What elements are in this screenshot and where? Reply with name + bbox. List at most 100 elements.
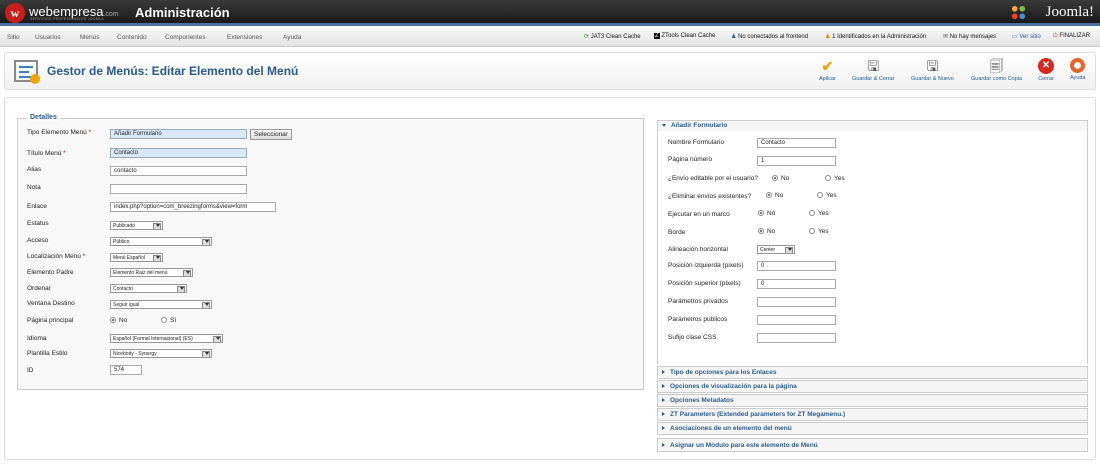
private-params-input[interactable] [757, 297, 836, 307]
form-panel-title[interactable]: Añadir Formulario [662, 122, 727, 129]
menu-componentes[interactable]: Componentes [165, 34, 205, 41]
align-label: Alineación horizontal [668, 246, 728, 253]
messages-status[interactable]: ✉ No hay mensajes [943, 33, 996, 40]
panel-zt-params-title[interactable]: ZT Parameters (Extended parameters for Z… [662, 411, 845, 418]
top-pos-label: Posición superior (pixels) [668, 280, 741, 287]
title-input[interactable]: Contacto [110, 148, 247, 158]
delete-no-label: No [775, 192, 784, 199]
order-label: Ordenar [27, 285, 51, 292]
menu-extensiones[interactable]: Extensiones [227, 34, 262, 41]
dropdown-arrow-icon [180, 287, 184, 290]
border-no-label: No [767, 228, 776, 235]
home-no-radio[interactable] [110, 317, 116, 323]
menu-ayuda[interactable]: Ayuda [283, 34, 301, 41]
save-close-button[interactable]: 🖫 Guardar & Cerrar [852, 58, 895, 82]
menu-contenido[interactable]: Contenido [117, 34, 147, 41]
jat3-cache-link[interactable]: ⟳ JAT3 Clean Cache [584, 33, 641, 40]
monitor-icon: ▭ [1012, 34, 1018, 40]
ztools-cache-link[interactable]: Z ZTools Clean Cache [654, 33, 715, 39]
dropdown-arrow-icon [156, 256, 160, 259]
select-type-button[interactable]: Seleccionar [250, 129, 292, 140]
apply-button[interactable]: ✔ Aplicar [819, 58, 836, 82]
joomla-logo-icon [1011, 5, 1026, 20]
left-pos-input[interactable]: 0 [757, 261, 836, 271]
public-params-input[interactable] [757, 315, 836, 325]
top-pos-input[interactable]: 0 [757, 279, 836, 289]
dropdown-arrow-icon [788, 248, 792, 251]
page-number-input[interactable]: 1 [757, 156, 836, 166]
menu-menus[interactable]: Menús [80, 34, 100, 41]
order-select[interactable]: Contacto [110, 284, 187, 293]
help-button[interactable]: Ayuda [1070, 58, 1086, 81]
editable-no-label: No [781, 175, 790, 182]
public-params-label: Parámetros públicos [668, 316, 728, 323]
private-params-label: Parámetros privados [668, 298, 728, 305]
admin-users-status: ♟ 1 Identificados en la Administración [825, 34, 927, 40]
align-select[interactable]: Center [757, 245, 795, 254]
save-copy-icon: 🗐 [989, 58, 1004, 74]
frame-yes-radio[interactable] [809, 210, 815, 216]
home-yes-radio[interactable] [161, 317, 167, 323]
type-field: Añadir Formulario [110, 129, 247, 139]
location-label: Localización Menú * [27, 253, 86, 260]
border-yes-radio[interactable] [809, 228, 815, 234]
delete-no-radio[interactable] [766, 192, 772, 198]
save-icon: 🖫 [867, 58, 880, 74]
title-label: Título Menú * [27, 150, 66, 157]
panel-display-options-title[interactable]: Opciones de visualización para la página [662, 383, 797, 390]
view-site-link[interactable]: ▭ Ver sitio [1012, 33, 1041, 40]
home-label: Página principal [27, 317, 74, 324]
border-yes-label: Yes [818, 228, 829, 235]
home-yes-label: Sí [170, 317, 177, 324]
frame-no-radio[interactable] [758, 210, 764, 216]
target-label: Ventana Destino [27, 300, 75, 307]
delete-label: ¿Eliminar envíos existentes? [668, 193, 752, 200]
editable-yes-radio[interactable] [825, 175, 831, 181]
delete-yes-label: Yes [826, 192, 837, 199]
note-label: Nota [27, 184, 41, 191]
close-button[interactable]: ✕ Cerrar [1038, 58, 1054, 82]
css-suffix-input[interactable] [757, 333, 836, 343]
power-icon: ⏻ [1053, 33, 1058, 39]
access-select[interactable]: Público [110, 237, 212, 246]
menu-usuarios[interactable]: Usuarios [35, 34, 61, 41]
template-select[interactable]: Nicebody - Synergy [110, 349, 212, 358]
location-select[interactable]: Menú Español [110, 253, 163, 262]
dropdown-arrow-icon [216, 337, 220, 340]
link-label: Enlace [27, 203, 47, 210]
panel-module-assignment-title[interactable]: Asignar un Módulo para este elemento de … [662, 442, 818, 449]
users-icon: ♟ [731, 34, 737, 40]
logout-link[interactable]: ⏻ FINALIZAR [1053, 33, 1090, 40]
border-label: Borde [668, 229, 686, 236]
language-select[interactable]: Español (Formal Internacional) (ES) [110, 334, 223, 343]
menu-manager-icon [14, 60, 40, 84]
left-pos-label: Posición izquierda (pixels) [668, 262, 744, 269]
parent-select[interactable]: Elemento Raiz del menú [110, 268, 193, 277]
user-icon: ♟ [825, 34, 831, 40]
panel-metadata-title[interactable]: Opciones Metadatos [662, 397, 734, 404]
note-input[interactable] [110, 184, 247, 194]
panel-associations-title[interactable]: Asociaciones de un elemento del menú [662, 425, 792, 432]
dropdown-arrow-icon [156, 224, 160, 227]
panel-link-options-title[interactable]: Tipo de opciones para los Enlaces [662, 369, 776, 376]
link-input[interactable]: index.php?option=com_breezingforms&view=… [110, 202, 276, 212]
editable-label: ¿Envío editable por el usuario? [668, 175, 758, 182]
save-new-button[interactable]: 🖫 Guardar & Nuevo [911, 58, 954, 82]
access-label: Acceso [27, 237, 49, 244]
status-select[interactable]: Publicado [110, 221, 163, 230]
dropdown-arrow-icon [205, 303, 209, 306]
help-lifebuoy-icon [1070, 58, 1086, 73]
form-name-input[interactable]: Contacto [757, 138, 836, 148]
menu-sitio[interactable]: Sitio [7, 34, 20, 41]
type-label: Tipo Elemento Menú * [27, 129, 92, 136]
brand-tagline: SERVICIOS PROFESIONALES JOOMLA [30, 17, 104, 21]
editable-no-radio[interactable] [772, 175, 778, 181]
menu-bar: Sitio Usuarios Menús Contenido Component… [0, 29, 1100, 47]
target-select[interactable]: Seguir igual [110, 300, 212, 309]
parent-label: Elemento Padre [27, 269, 74, 276]
alias-input[interactable]: contacto [110, 166, 247, 176]
delete-yes-radio[interactable] [817, 192, 823, 198]
save-copy-button[interactable]: 🗐 Guardar como Copia [971, 58, 1022, 82]
border-no-radio[interactable] [758, 228, 764, 234]
frame-no-label: No [767, 210, 776, 217]
